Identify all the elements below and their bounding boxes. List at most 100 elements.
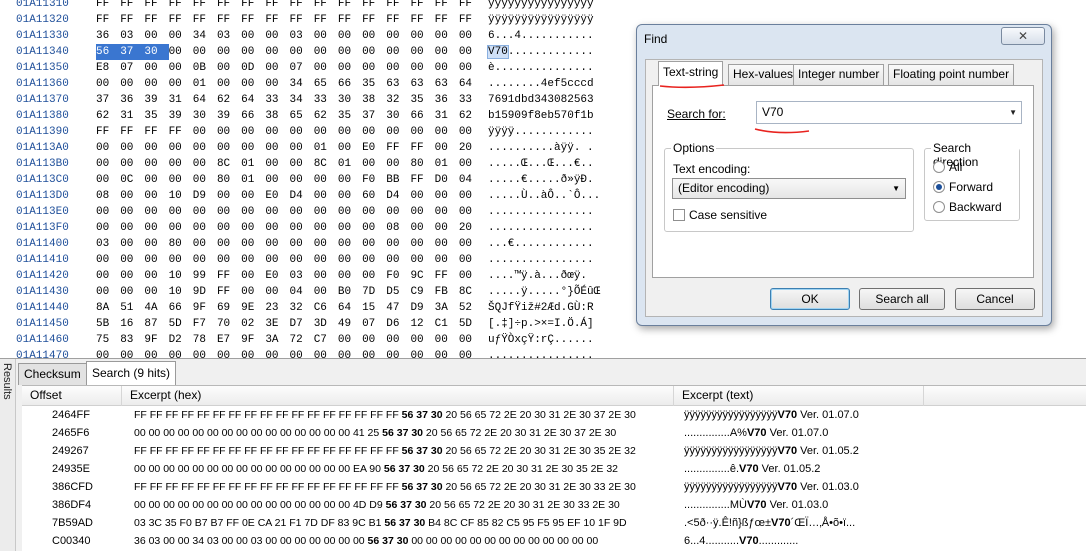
hex-byte[interactable]: 00	[265, 124, 289, 140]
hex-byte[interactable]: 00	[96, 140, 120, 156]
hex-byte[interactable]: FF	[241, 12, 265, 28]
hex-byte[interactable]: 00	[241, 348, 265, 358]
hex-byte[interactable]: E8	[96, 60, 120, 76]
hex-byte[interactable]: 8C	[459, 284, 483, 300]
hex-byte[interactable]: 31	[169, 92, 193, 108]
hex-byte[interactable]: 00	[435, 204, 459, 220]
hex-byte[interactable]: D0	[435, 172, 459, 188]
hex-byte[interactable]: 10	[169, 188, 193, 204]
hex-byte[interactable]: 7D	[362, 284, 386, 300]
hex-byte[interactable]: 00	[386, 44, 410, 60]
hex-byte[interactable]: 33	[314, 92, 338, 108]
hex-byte[interactable]: 62	[217, 92, 241, 108]
hex-byte[interactable]: 00	[290, 44, 314, 60]
hex-row-ascii[interactable]: ........4ef5cccd	[488, 76, 594, 92]
hex-byte[interactable]: 00	[120, 76, 144, 92]
hex-byte[interactable]: 01	[338, 156, 362, 172]
hex-byte[interactable]: 72	[290, 332, 314, 348]
hex-byte[interactable]: 49	[338, 316, 362, 332]
hex-byte[interactable]: 00	[241, 252, 265, 268]
hex-byte[interactable]: B0	[338, 284, 362, 300]
radio-backward-label[interactable]: Backward	[949, 200, 1002, 214]
hex-byte[interactable]: E7	[217, 332, 241, 348]
hex-byte[interactable]: 01	[241, 156, 265, 172]
hex-byte[interactable]: FF	[241, 0, 265, 12]
hex-byte[interactable]: 30	[144, 44, 169, 60]
hex-byte[interactable]: 00	[435, 140, 459, 156]
hex-byte[interactable]: 33	[265, 92, 289, 108]
hex-byte[interactable]: 34	[290, 92, 314, 108]
hex-row-ascii[interactable]: 6...4...........	[488, 28, 594, 44]
hex-byte[interactable]: 00	[314, 60, 338, 76]
hex-byte[interactable]: 00	[386, 348, 410, 358]
hex-byte[interactable]: 00	[144, 268, 168, 284]
hex-byte[interactable]: 00	[265, 76, 289, 92]
hex-byte[interactable]: 39	[217, 108, 241, 124]
text-encoding-select[interactable]: (Editor encoding) ▼	[672, 178, 906, 199]
radio-all-label[interactable]: All	[949, 160, 962, 174]
hex-byte[interactable]: 00	[96, 76, 120, 92]
hex-byte[interactable]: 00	[314, 124, 338, 140]
table-row[interactable]: 2464FF FF FF FF FF FF FF FF FF FF FF FF F…	[22, 406, 1086, 424]
hex-byte[interactable]: FF	[120, 0, 144, 12]
hex-byte[interactable]: 00	[290, 140, 314, 156]
hex-byte[interactable]: 00	[362, 220, 386, 236]
hex-byte[interactable]: 00	[314, 348, 338, 358]
hex-byte[interactable]: D4	[386, 188, 410, 204]
hex-byte[interactable]: 00	[193, 348, 217, 358]
hex-row-ascii[interactable]: ÿÿÿÿÿÿÿÿÿÿÿÿÿÿÿÿ	[488, 12, 594, 28]
hex-byte[interactable]: 31	[435, 108, 459, 124]
hex-byte[interactable]: 00	[217, 252, 241, 268]
hex-byte[interactable]: FF	[410, 140, 434, 156]
hex-byte[interactable]: 00	[338, 140, 362, 156]
hex-byte[interactable]: 00	[435, 348, 459, 358]
hex-byte[interactable]: 08	[96, 188, 120, 204]
hex-byte[interactable]: 00	[410, 204, 434, 220]
hex-byte[interactable]: 65	[314, 76, 338, 92]
hex-byte[interactable]: 00	[120, 236, 144, 252]
hex-row-bytes[interactable]: 00 00 00 00 00 00 00 00 00 00 00 00 00 00 00 00	[96, 204, 483, 220]
hex-byte[interactable]: FF	[144, 124, 168, 140]
hex-byte[interactable]: 00	[314, 28, 338, 44]
hex-byte[interactable]: 00	[217, 348, 241, 358]
hex-byte[interactable]: 00	[338, 60, 362, 76]
hex-byte[interactable]: 00	[96, 268, 120, 284]
hex-byte[interactable]: 00	[459, 332, 483, 348]
hex-row-ascii[interactable]: ....™ÿ.à...ðœÿ.	[488, 268, 587, 284]
hex-byte[interactable]: 00	[290, 172, 314, 188]
hex-byte[interactable]: 00	[144, 172, 168, 188]
hex-row-bytes[interactable]: 62 31 35 39 30 39 66 38 65 62 35 37 30 66 31 62	[96, 108, 483, 124]
close-button[interactable]: ✕	[1001, 27, 1045, 45]
hex-row-ascii[interactable]: uƒŸÒxçŸ:rÇ......	[488, 332, 594, 348]
hex-byte[interactable]: D9	[410, 300, 434, 316]
hex-byte[interactable]: D2	[169, 332, 193, 348]
hex-byte[interactable]: 34	[290, 76, 314, 92]
hex-byte[interactable]: F0	[362, 172, 386, 188]
hex-byte[interactable]: 00	[410, 236, 434, 252]
hex-byte[interactable]: 34	[193, 28, 217, 44]
hex-byte[interactable]: 00	[459, 252, 483, 268]
hex-byte[interactable]: 00	[386, 332, 410, 348]
hex-byte[interactable]: FF	[169, 12, 193, 28]
hex-byte[interactable]: 00	[410, 28, 434, 44]
hex-byte[interactable]: 35	[338, 108, 362, 124]
hex-byte[interactable]: 66	[241, 108, 265, 124]
hex-byte[interactable]: FF	[362, 0, 386, 12]
hex-row-ascii[interactable]: 7691dbd343082563	[488, 92, 594, 108]
hex-row-ascii[interactable]: .....€.....ð»ÿÐ.	[488, 172, 594, 188]
hex-byte[interactable]: 10	[169, 268, 193, 284]
table-row[interactable]: 7B59AD 03 3C 35 F0 B7 B7 FF 0E CA 21 F1 7…	[22, 514, 1086, 532]
hex-byte[interactable]: 33	[459, 92, 483, 108]
hex-byte[interactable]: 03	[290, 28, 314, 44]
hex-byte[interactable]: 03	[120, 28, 144, 44]
hex-byte[interactable]: 00	[435, 220, 459, 236]
hex-byte[interactable]: D5	[386, 284, 410, 300]
hex-byte[interactable]: FF	[193, 0, 217, 12]
hex-byte[interactable]: 00	[193, 140, 217, 156]
hex-byte[interactable]: FF	[338, 12, 362, 28]
hex-byte[interactable]: FF	[290, 0, 314, 12]
hex-byte[interactable]: 32	[290, 300, 314, 316]
hex-byte[interactable]: 31	[120, 108, 144, 124]
hex-byte[interactable]: 8C	[314, 156, 338, 172]
hex-row-ascii[interactable]: ...€............	[488, 236, 594, 252]
